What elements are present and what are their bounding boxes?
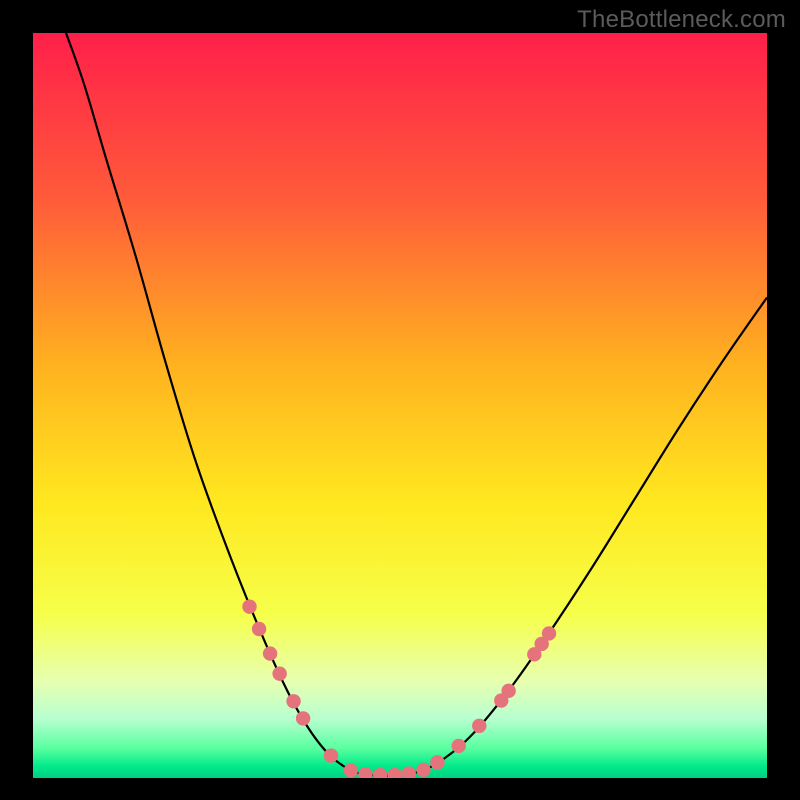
chart-svg [33, 33, 767, 778]
marker-point [296, 711, 310, 725]
marker-point [542, 626, 556, 640]
marker-point [252, 622, 266, 636]
marker-point [324, 748, 338, 762]
chart-container: TheBottleneck.com [0, 0, 800, 800]
marker-point [452, 739, 466, 753]
marker-point [272, 667, 286, 681]
marker-point [430, 755, 444, 769]
marker-point [501, 684, 515, 698]
marker-point [416, 763, 430, 777]
watermark-text: TheBottleneck.com [577, 6, 786, 34]
marker-point [263, 646, 277, 660]
marker-point [242, 599, 256, 613]
plot-area [33, 33, 767, 778]
marker-point [472, 719, 486, 733]
gradient-background [33, 33, 767, 778]
marker-point [286, 694, 300, 708]
marker-point [344, 763, 358, 777]
